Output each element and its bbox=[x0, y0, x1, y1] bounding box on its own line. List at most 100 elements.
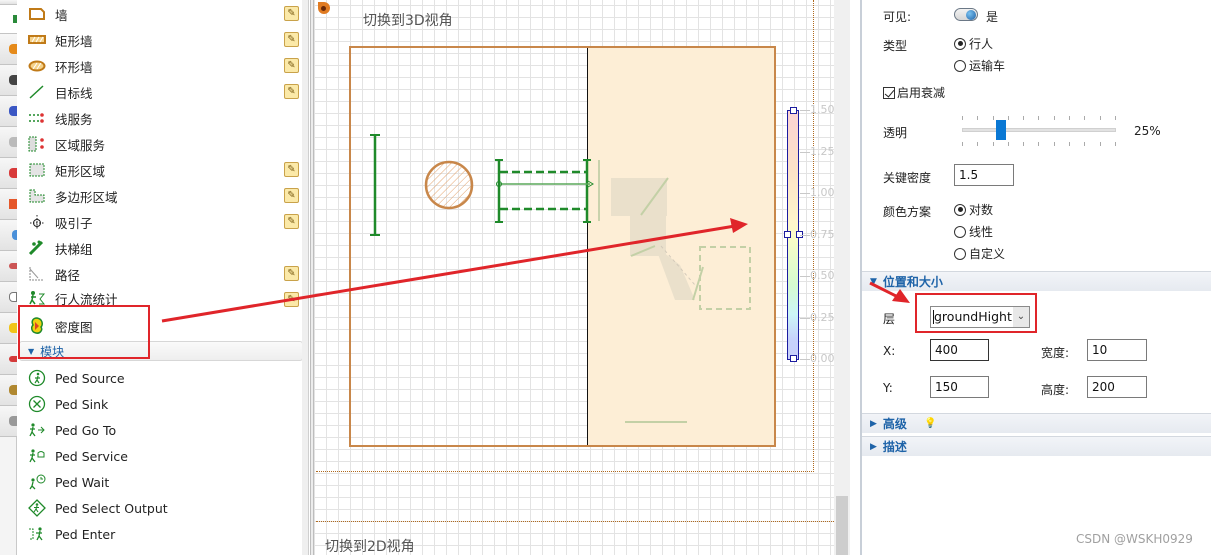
pencil-icon[interactable]: ✎ bbox=[284, 292, 299, 307]
enable-decay-checkbox[interactable]: 启用衰减 bbox=[883, 84, 945, 101]
strip-tab-pedestrian[interactable] bbox=[0, 5, 17, 34]
canvas-vertical-scrollbar[interactable] bbox=[834, 0, 850, 555]
target-line[interactable] bbox=[370, 134, 380, 236]
palette-item-label: 多边形区域 bbox=[55, 189, 118, 205]
strip-tab-process[interactable] bbox=[0, 34, 17, 65]
radio-button[interactable] bbox=[954, 37, 966, 50]
scale-tick-label: 1.50 bbox=[810, 103, 835, 116]
section-advanced[interactable]: ▶ 高级 bbox=[862, 413, 1211, 433]
block-ped-source[interactable]: Ped Source bbox=[25, 365, 305, 391]
resize-handle[interactable] bbox=[790, 107, 797, 114]
palette-item-label: 吸引子 bbox=[55, 215, 93, 231]
height-input[interactable]: 200 bbox=[1087, 376, 1147, 398]
palette-category-strip bbox=[0, 0, 17, 555]
block-ped-service[interactable]: Ped Service bbox=[25, 443, 305, 469]
color-scheme-radio-logarithmic[interactable]: 对数 bbox=[954, 201, 993, 218]
palette-item-rectangular-wall[interactable]: 矩形墙 ✎ bbox=[25, 27, 305, 53]
palette-item-escalator-group[interactable]: 扶梯组 bbox=[25, 235, 305, 261]
scale-tick-label: 0.00 bbox=[810, 352, 835, 365]
line-service[interactable] bbox=[495, 159, 594, 223]
lightbulb-icon[interactable]: 💡 bbox=[924, 418, 936, 429]
section-label: 位置和大小 bbox=[882, 275, 943, 289]
slider-thumb[interactable] bbox=[995, 120, 1006, 140]
block-label: Ped Select Output bbox=[55, 500, 168, 516]
y-input[interactable]: 150 bbox=[930, 376, 989, 398]
section-description[interactable]: ▶ 描述 bbox=[862, 436, 1211, 456]
color-scheme-radio-linear[interactable]: 线性 bbox=[954, 223, 993, 240]
color-scheme-label: 颜色方案 bbox=[883, 205, 932, 219]
strip-tab-markup[interactable] bbox=[0, 189, 17, 220]
type-radio-transporter[interactable]: 运输车 bbox=[954, 57, 1005, 74]
pencil-icon[interactable]: ✎ bbox=[284, 214, 299, 229]
section-position-and-size[interactable]: ▼ 位置和大小 bbox=[862, 271, 1211, 291]
palette-item-label: 墙 bbox=[55, 7, 68, 23]
height-label: 高度: bbox=[1041, 383, 1070, 397]
palette-item-path[interactable]: 路径 ✎ bbox=[25, 261, 305, 287]
strip-tab-fluid[interactable] bbox=[0, 127, 17, 158]
block-ped-select-output[interactable]: Ped Select Output bbox=[25, 495, 305, 521]
circular-wall-icon bbox=[27, 57, 47, 75]
block-ped-enter[interactable]: Ped Enter bbox=[25, 521, 305, 547]
x-input[interactable]: 400 bbox=[930, 339, 989, 361]
rectangular-wall-icon bbox=[27, 31, 47, 49]
strip-tab-pictures[interactable] bbox=[0, 375, 17, 406]
slider-track[interactable] bbox=[962, 128, 1116, 132]
strip-tab-rail[interactable] bbox=[0, 96, 17, 127]
palette-item-rectangular-area[interactable]: 矩形区域 ✎ bbox=[25, 157, 305, 183]
strip-tab-analysis[interactable] bbox=[0, 251, 17, 282]
palette-item-target-line[interactable]: 目标线 ✎ bbox=[25, 79, 305, 105]
ped-source-icon bbox=[27, 369, 47, 387]
radio-button[interactable] bbox=[954, 247, 966, 260]
strip-tab-agent[interactable] bbox=[0, 158, 17, 189]
scrollbar-thumb[interactable] bbox=[836, 496, 848, 555]
strip-tab-presentation[interactable] bbox=[0, 282, 17, 313]
palette-item-attractor[interactable]: 吸引子 ✎ bbox=[25, 209, 305, 235]
palette-item-circular-wall[interactable]: 环形墙 ✎ bbox=[25, 53, 305, 79]
critical-density-input[interactable]: 1.5 bbox=[954, 164, 1014, 186]
resize-handle[interactable] bbox=[784, 231, 791, 238]
pedestrian-palette: 墙 ✎ 矩形墙 ✎ 环形墙 ✎ 目标线 ✎ 线服务 区域服务 矩形区域 ✎ 多边… bbox=[17, 0, 309, 555]
model-canvas[interactable]: 切换到3D视角 切换到2D视角 1.50 1.25 1.00 0.75 0.50… bbox=[310, 0, 850, 555]
slider-ticks bbox=[962, 142, 1116, 146]
pencil-icon[interactable]: ✎ bbox=[284, 266, 299, 281]
block-label: Ped Go To bbox=[55, 422, 117, 438]
block-ped-sink[interactable]: Ped Sink bbox=[25, 391, 305, 417]
transparency-slider[interactable] bbox=[962, 116, 1116, 146]
resize-handle[interactable] bbox=[790, 355, 797, 362]
radio-button[interactable] bbox=[954, 59, 966, 72]
block-ped-wait[interactable]: Ped Wait bbox=[25, 469, 305, 495]
pencil-icon[interactable]: ✎ bbox=[284, 188, 299, 203]
strip-tab-connectivity[interactable] bbox=[0, 344, 17, 375]
palette-item-wall[interactable]: 墙 ✎ bbox=[25, 1, 305, 27]
palette-item-area-service[interactable]: 区域服务 bbox=[25, 131, 305, 157]
pencil-icon[interactable]: ✎ bbox=[284, 84, 299, 99]
palette-scrollbar[interactable] bbox=[302, 0, 308, 555]
radio-button[interactable] bbox=[954, 203, 966, 216]
radio-button[interactable] bbox=[954, 225, 966, 238]
strip-tab-3d-objects[interactable] bbox=[0, 406, 17, 437]
visible-label: 可见: bbox=[883, 10, 912, 24]
radio-label: 线性 bbox=[969, 225, 994, 239]
width-input[interactable]: 10 bbox=[1087, 339, 1147, 361]
strip-tab-road-traffic[interactable] bbox=[0, 65, 17, 96]
block-ped-go-to[interactable]: Ped Go To bbox=[25, 417, 305, 443]
scale-tick-mark bbox=[800, 317, 810, 319]
x-label: X: bbox=[883, 344, 896, 358]
palette-item-polygonal-area[interactable]: 多边形区域 ✎ bbox=[25, 183, 305, 209]
pencil-icon[interactable]: ✎ bbox=[284, 58, 299, 73]
circular-wall[interactable] bbox=[424, 160, 474, 210]
pencil-icon[interactable]: ✎ bbox=[284, 6, 299, 21]
color-scheme-radio-custom[interactable]: 自定义 bbox=[954, 245, 1005, 262]
strip-tab-statechart[interactable] bbox=[0, 220, 17, 251]
palette-item-line-service[interactable]: 线服务 bbox=[25, 105, 305, 131]
checkbox-box[interactable] bbox=[883, 86, 895, 99]
pencil-icon[interactable]: ✎ bbox=[284, 162, 299, 177]
strip-tab-controls[interactable] bbox=[0, 313, 17, 344]
scale-tick-label: 1.00 bbox=[810, 186, 835, 199]
palette-item-label: 环形墙 bbox=[55, 59, 93, 75]
attractor-icon bbox=[27, 213, 47, 231]
type-radio-pedestrian[interactable]: 行人 bbox=[954, 35, 993, 52]
pencil-icon[interactable]: ✎ bbox=[284, 32, 299, 47]
radio-label: 行人 bbox=[969, 37, 994, 51]
visible-toggle[interactable] bbox=[954, 8, 978, 21]
